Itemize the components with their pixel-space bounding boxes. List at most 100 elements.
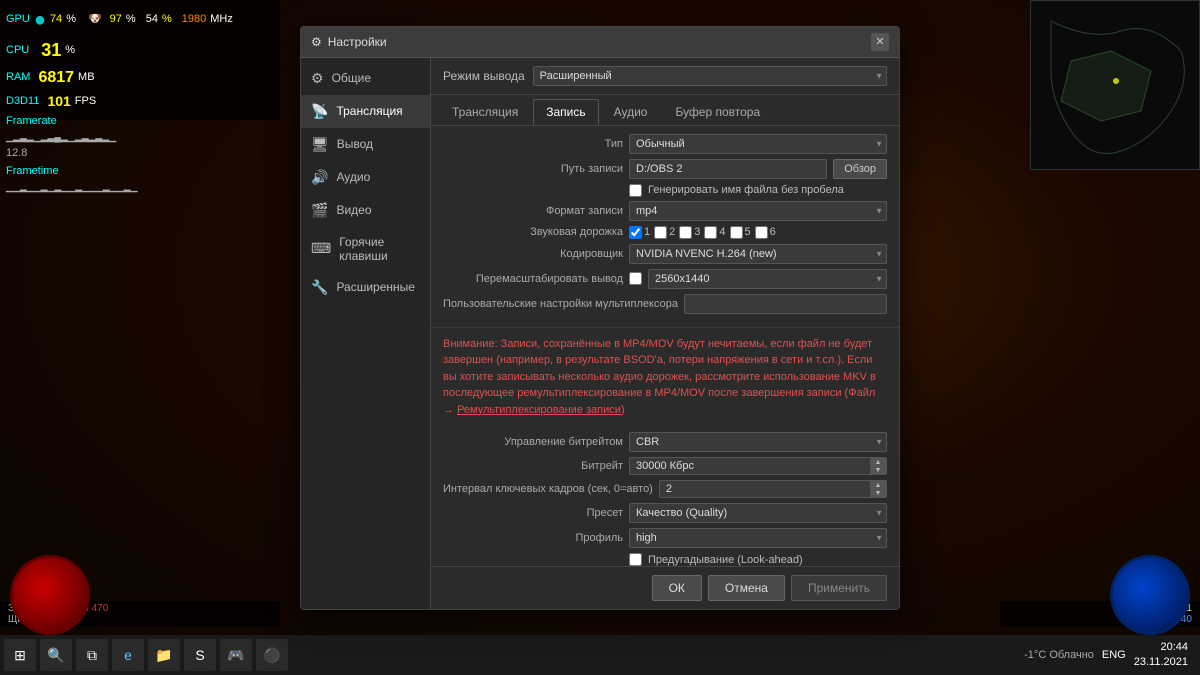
format-select-wrapper: mp4 mkv mov [629, 201, 887, 221]
sidebar-item-stream[interactable]: 📡 Трансляция [301, 95, 430, 128]
track-5-checkbox[interactable] [730, 226, 743, 239]
type-select[interactable]: Обычный [629, 134, 887, 154]
sidebar-item-audio[interactable]: 🔊 Аудио [301, 161, 430, 194]
output-mode-select-wrapper: Расширенный Простой [533, 66, 887, 86]
encoder-row: Кодировщик NVIDIA NVENC H.264 (new) [443, 244, 887, 264]
output-mode-label: Режим вывода [443, 69, 525, 83]
dialog-main-content: Режим вывода Расширенный Простой Трансля… [431, 58, 899, 609]
gear-icon: ⚙ [311, 70, 324, 87]
bitrate-ctrl-select[interactable]: CBR VBR CQP [629, 432, 887, 452]
bitrate-ctrl-select-wrapper: CBR VBR CQP [629, 432, 887, 452]
track-4-checkbox[interactable] [704, 226, 717, 239]
tab-record-label: Запись [546, 105, 585, 119]
rescale-select[interactable]: 2560x1440 1920x1080 1280x720 [648, 269, 887, 289]
warning-text: Внимание: Записи, сохранённые в MP4/MOV … [443, 336, 887, 419]
keyframe-row: Интервал ключевых кадров (сек, 0=авто) ▲… [443, 480, 887, 498]
sidebar-item-video[interactable]: 🎬 Видео [301, 194, 430, 227]
rescale-label: Перемасштабировать вывод [443, 273, 623, 285]
profile-select-wrapper: high main baseline [629, 528, 887, 548]
keyframe-arrows: ▲ ▼ [870, 481, 886, 497]
keyframe-down[interactable]: ▼ [870, 489, 886, 497]
browse-button[interactable]: Обзор [833, 159, 887, 179]
dialog-title-text: Настройки [328, 35, 387, 49]
keyframe-input[interactable] [659, 480, 887, 498]
mux-input[interactable] [684, 294, 887, 314]
tab-record[interactable]: Запись [533, 99, 598, 125]
tab-replay[interactable]: Буфер повтора [662, 99, 773, 125]
bitrate-input[interactable] [629, 457, 887, 475]
sidebar-label-video: Видео [336, 203, 371, 217]
apply-button[interactable]: Применить [791, 575, 887, 601]
dialog-footer: ОК Отмена Применить [431, 566, 899, 609]
sidebar-label-hotkeys: Горячие клавиши [339, 235, 420, 263]
track-3-label: 3 [694, 226, 700, 238]
tab-audio[interactable]: Аудио [601, 99, 661, 125]
format-select[interactable]: mp4 mkv mov [629, 201, 887, 221]
track-6: 6 [755, 226, 776, 239]
preset-select[interactable]: Качество (Quality) Производительность (P… [629, 503, 887, 523]
path-input[interactable] [629, 159, 827, 179]
obs-settings-icon: ⚙ [311, 35, 322, 49]
track-6-checkbox[interactable] [755, 226, 768, 239]
sidebar-label-output: Вывод [337, 137, 373, 151]
path-label: Путь записи [443, 163, 623, 175]
audio-tracks-row: Звуковая дорожка 1 2 3 [443, 226, 887, 239]
mux-row: Пользовательские настройки мультиплексор… [443, 294, 887, 314]
tabs-row: Трансляция Запись Аудио Буфер повтора [431, 95, 899, 126]
bitrate-spinbox: ▲ ▼ [629, 457, 887, 475]
dialog-close-button[interactable]: ✕ [871, 33, 889, 51]
sidebar-item-hotkeys[interactable]: ⌨ Горячие клавиши [301, 227, 430, 271]
wrench-icon: 🔧 [311, 279, 328, 296]
preset-row: Пресет Качество (Quality) Производительн… [443, 503, 887, 523]
bitrate-row: Битрейт ▲ ▼ [443, 457, 887, 475]
remux-link[interactable]: Ремультиплексирование записи [457, 404, 621, 416]
sidebar-label-audio: Аудио [336, 170, 370, 184]
profile-row: Профиль high main baseline [443, 528, 887, 548]
audio-tracks-label: Звуковая дорожка [443, 226, 623, 238]
format-row: Формат записи mp4 mkv mov [443, 201, 887, 221]
tab-replay-label: Буфер повтора [675, 105, 760, 119]
tab-stream[interactable]: Трансляция [439, 99, 531, 125]
rescale-row: Перемасштабировать вывод 2560x1440 1920x… [443, 269, 887, 289]
sidebar-item-output[interactable]: 🖥 Вывод [301, 128, 430, 161]
lookahead-row: Предугадывание (Look-ahead) [443, 553, 887, 566]
video-icon: 🎬 [311, 202, 328, 219]
track-1-checkbox[interactable] [629, 226, 642, 239]
type-label: Тип [443, 138, 623, 150]
no-space-checkbox[interactable] [629, 184, 642, 197]
keyframe-up[interactable]: ▲ [870, 481, 886, 489]
speaker-icon: 🔊 [311, 169, 328, 186]
lookahead-checkbox[interactable] [629, 553, 642, 566]
format-label: Формат записи [443, 205, 623, 217]
track-1-label: 1 [644, 226, 650, 238]
rescale-checkbox[interactable] [629, 272, 642, 285]
encoder-select[interactable]: NVIDIA NVENC H.264 (new) [629, 244, 887, 264]
dialog-sidebar: ⚙ Общие 📡 Трансляция 🖥 Вывод 🔊 Аудио 🎬 [301, 58, 431, 609]
track-3-checkbox[interactable] [679, 226, 692, 239]
profile-label: Профиль [443, 532, 623, 544]
sidebar-label-general: Общие [332, 71, 371, 85]
track-1: 1 [629, 226, 650, 239]
track-2: 2 [654, 226, 675, 239]
keyframe-label: Интервал ключевых кадров (сек, 0=авто) [443, 483, 653, 495]
type-row: Тип Обычный [443, 134, 887, 154]
sidebar-item-advanced[interactable]: 🔧 Расширенные [301, 271, 430, 304]
track-2-checkbox[interactable] [654, 226, 667, 239]
track-4: 4 [704, 226, 725, 239]
sidebar-item-general[interactable]: ⚙ Общие [301, 62, 430, 95]
bitrate-arrows: ▲ ▼ [870, 458, 886, 474]
output-mode-select[interactable]: Расширенный Простой [533, 66, 887, 86]
track-5: 5 [730, 226, 751, 239]
profile-select[interactable]: high main baseline [629, 528, 887, 548]
signal-icon: 📡 [311, 103, 328, 120]
lookahead-label: Предугадывание (Look-ahead) [648, 554, 803, 566]
tab-audio-label: Аудио [614, 105, 648, 119]
track-5-label: 5 [745, 226, 751, 238]
bitrate-up[interactable]: ▲ [870, 458, 886, 466]
ok-button[interactable]: ОК [652, 575, 702, 601]
keyboard-icon: ⌨ [311, 240, 331, 257]
cancel-button[interactable]: Отмена [708, 575, 785, 601]
bitrate-down[interactable]: ▼ [870, 466, 886, 474]
type-section: Тип Обычный Путь записи Обзор [431, 126, 899, 328]
no-space-label: Генерировать имя файла без пробела [648, 184, 844, 196]
